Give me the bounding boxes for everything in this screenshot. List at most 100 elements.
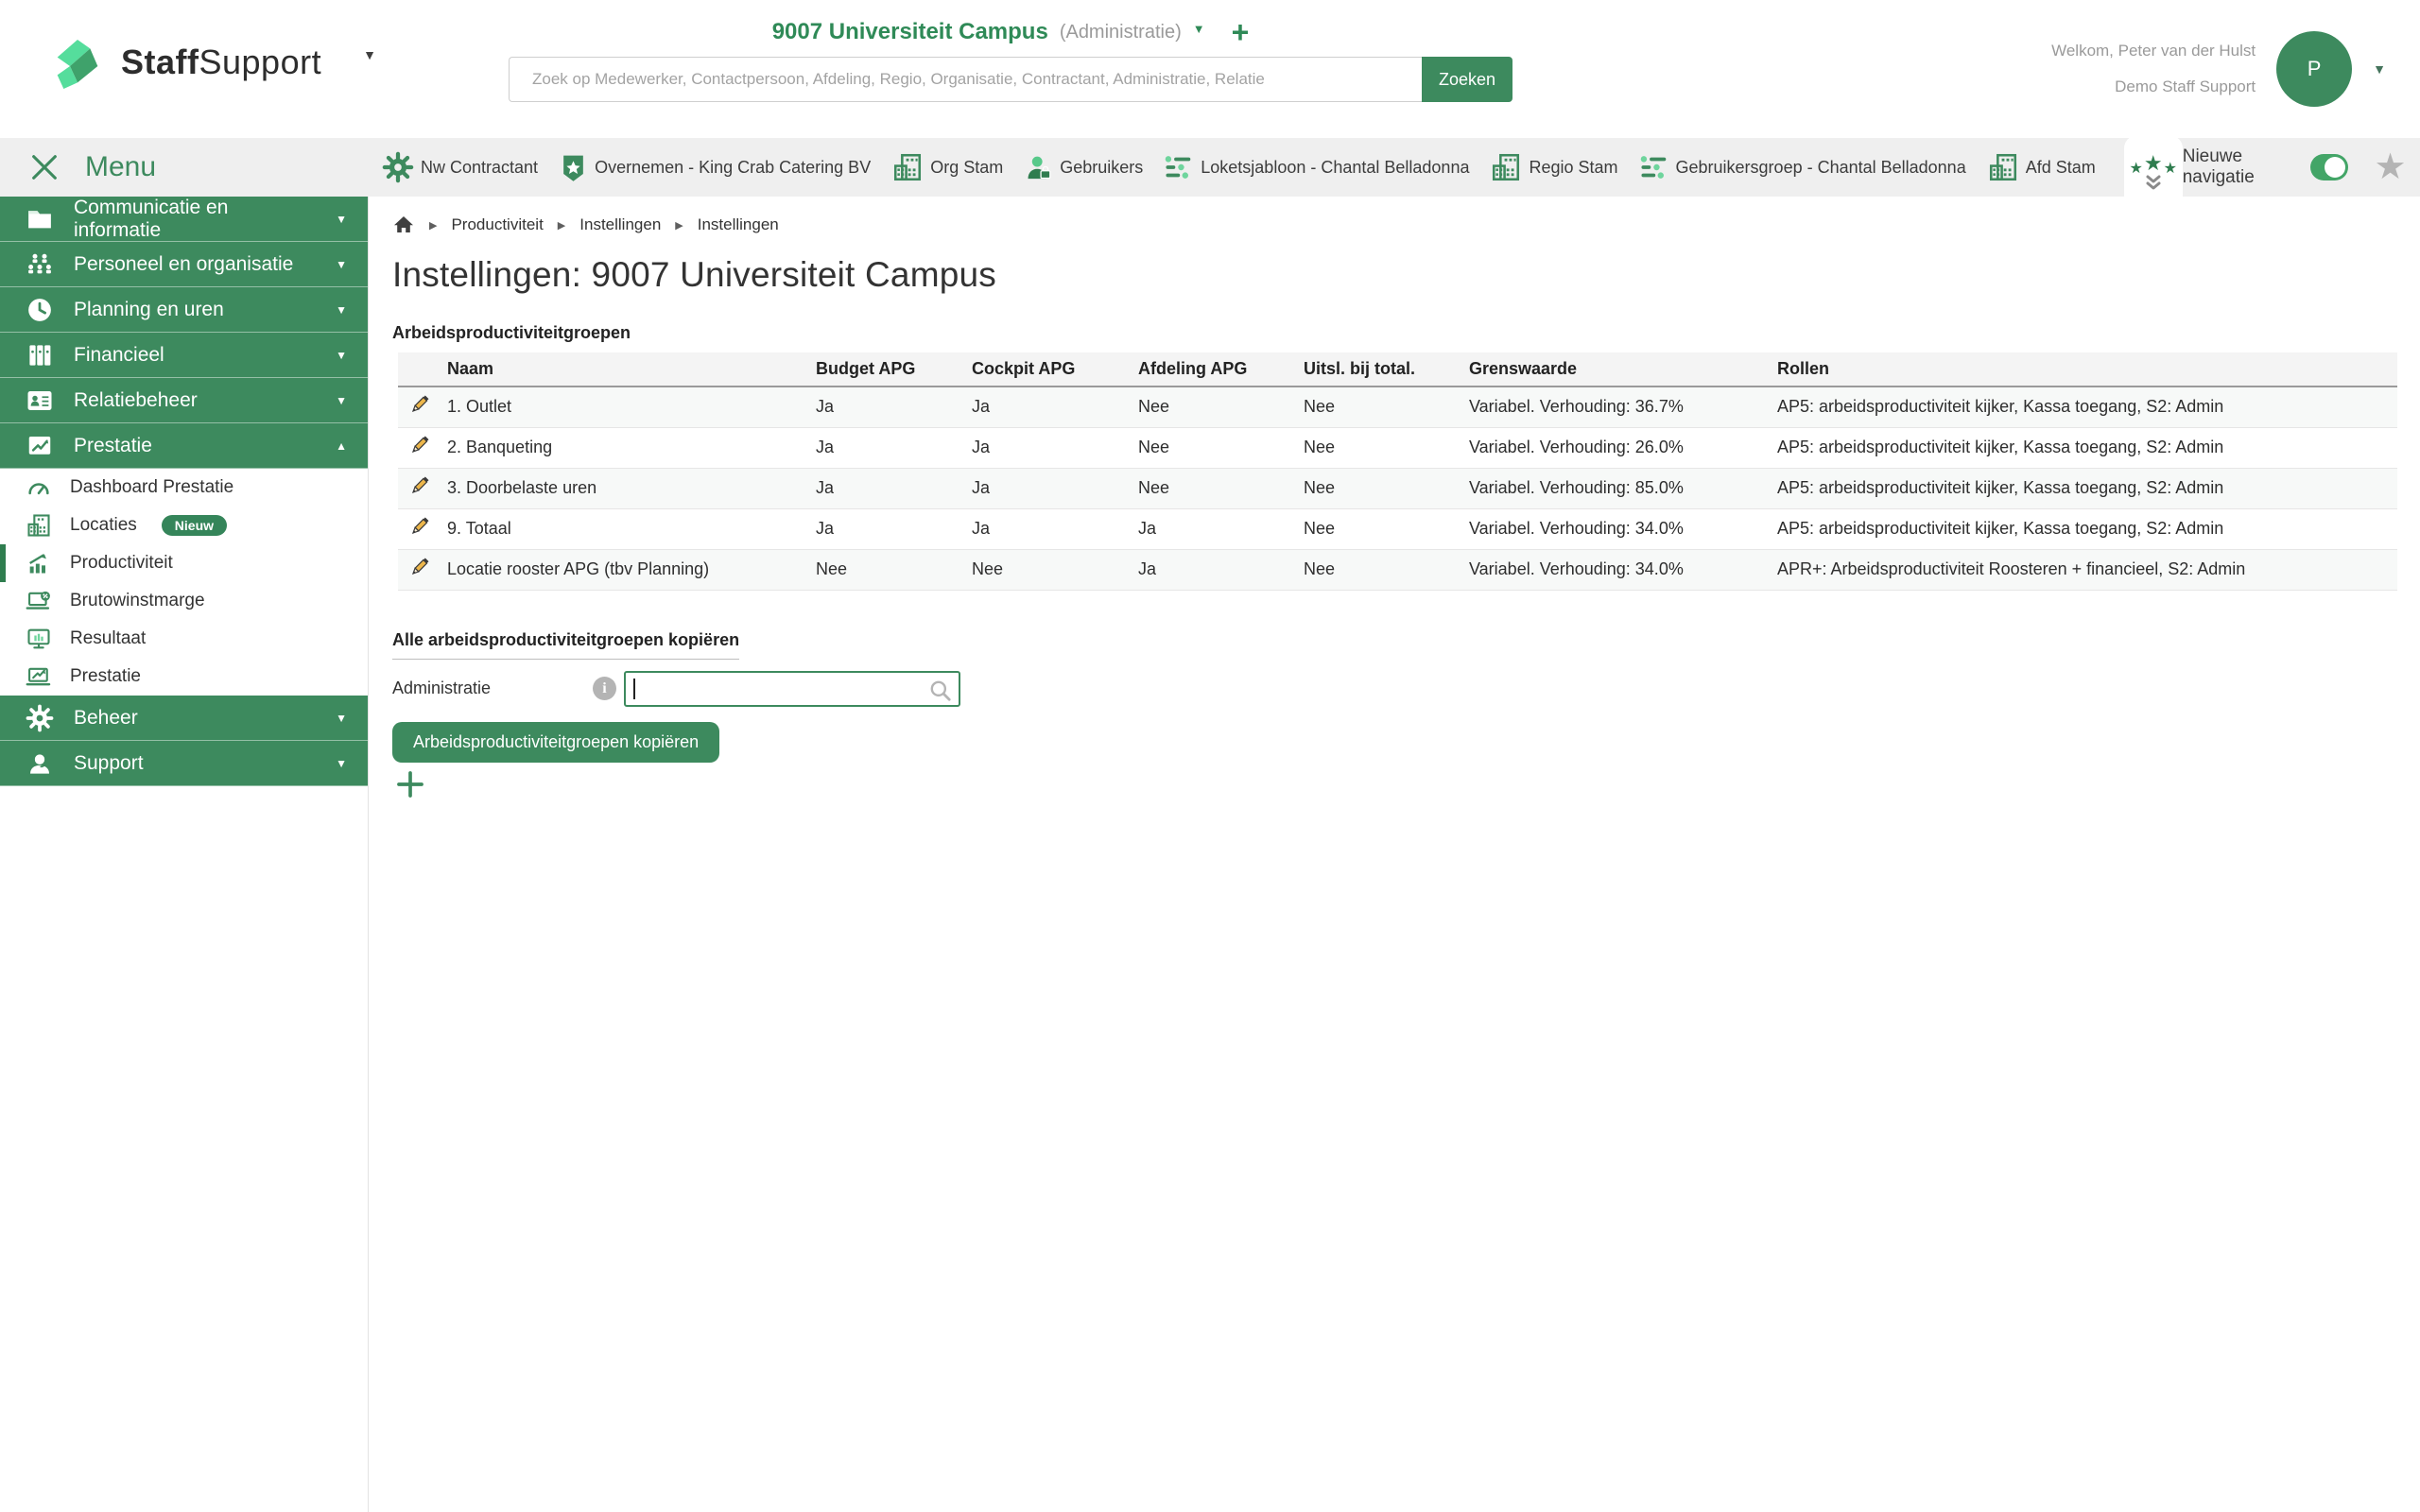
col-cockpit-apg: Cockpit APG: [972, 352, 1138, 387]
breadcrumb-separator-icon: ▶: [429, 219, 437, 232]
user-area: Welkom, Peter van der Hulst Demo Staff S…: [2051, 0, 2386, 138]
edit-pencil-icon[interactable]: [407, 555, 432, 579]
copy-section-title: Alle arbeidsproductiviteitgroepen kopiër…: [392, 630, 739, 660]
nieuw-badge: Nieuw: [162, 515, 227, 536]
col-afdeling-apg: Afdeling APG: [1138, 352, 1304, 387]
menu-toggle[interactable]: Menu: [0, 151, 369, 183]
shortcut-list: Nw Contractant Overnemen - King Crab Cat…: [369, 129, 2183, 205]
cell-rollen: AP5: arbeidsproductiviteit kijker, Kassa…: [1777, 427, 2397, 468]
table-row: 1. Outlet Ja Ja Nee Nee Variabel. Verhou…: [398, 387, 2397, 427]
breadcrumb-instellingen-1[interactable]: Instellingen: [579, 215, 661, 234]
chevron-down-icon: ▼: [336, 349, 347, 362]
performance-icon: [25, 432, 55, 460]
cell-budget: Ja: [816, 427, 972, 468]
user-menu-caret-icon[interactable]: ▼: [2373, 61, 2386, 77]
apg-section-title: Arbeidsproductiviteitgroepen: [392, 323, 2397, 343]
shortcut-overnemen[interactable]: Overnemen - King Crab Catering BV: [559, 153, 871, 182]
col-grenswaarde: Grenswaarde: [1469, 352, 1777, 387]
clock-icon: [25, 296, 55, 324]
cell-budget: Nee: [816, 549, 972, 590]
favorites-stars-icon: ★★★: [2130, 153, 2177, 174]
cell-grenswaarde: Variabel. Verhouding: 85.0%: [1469, 468, 1777, 508]
administration-suffix: (Administratie): [1060, 22, 1182, 43]
breadcrumb: ▶ Productiviteit ▶ Instellingen ▶ Instel…: [392, 214, 2397, 236]
company-text: Demo Staff Support: [2051, 69, 2256, 105]
submenu-item-brutowinstmarge[interactable]: Brutowinstmarge: [0, 582, 368, 620]
cell-cockpit: Ja: [972, 508, 1138, 549]
folder-icon: [25, 205, 55, 233]
copy-apg-button[interactable]: Arbeidsproductiviteitgroepen kopiëren: [392, 722, 719, 763]
table-row: 2. Banqueting Ja Ja Nee Nee Variabel. Ve…: [398, 427, 2397, 468]
edit-pencil-icon[interactable]: [407, 514, 432, 539]
col-rollen: Rollen: [1777, 352, 2397, 387]
submenu-item-resultaat[interactable]: Resultaat: [0, 620, 368, 658]
submenu-item-dashboard-prestatie[interactable]: Dashboard Prestatie: [0, 469, 368, 507]
submenu-item-prestatie[interactable]: Prestatie: [0, 658, 368, 696]
sidebar-item-prestatie[interactable]: Prestatie ▲: [0, 423, 368, 469]
gear-icon: [382, 151, 414, 183]
cell-rollen: AP5: arbeidsproductiviteit kijker, Kassa…: [1777, 508, 2397, 549]
shortcut-loketsjabloon[interactable]: Loketsjabloon - Chantal Belladonna: [1164, 153, 1469, 181]
text-cursor: [633, 679, 635, 699]
table-header-row: Naam Budget APG Cockpit APG Afdeling APG…: [398, 352, 2397, 387]
administratie-input[interactable]: [626, 673, 959, 705]
col-naam: Naam: [447, 352, 816, 387]
shortcut-regio-stam[interactable]: Regio Stam: [1490, 151, 1617, 183]
edit-pencil-icon[interactable]: [407, 473, 432, 498]
breadcrumb-productiviteit[interactable]: Productiviteit: [451, 215, 543, 234]
chevron-down-icon: ▼: [336, 258, 347, 271]
shortcut-gebruikers[interactable]: Gebruikers: [1024, 153, 1143, 182]
brand-logo[interactable]: StaffSupport ▼: [47, 32, 376, 93]
chart-growth-icon: [25, 550, 53, 576]
chevron-down-icon: ▼: [336, 712, 347, 725]
avatar[interactable]: P: [2276, 31, 2352, 107]
administration-title[interactable]: 9007 Universiteit Campus: [772, 19, 1048, 45]
cell-uitsl: Nee: [1304, 549, 1469, 590]
sliders-icon: [1164, 153, 1194, 181]
headset-icon: [25, 749, 55, 778]
table-row: 3. Doorbelaste uren Ja Ja Nee Nee Variab…: [398, 468, 2397, 508]
app-window: StaffSupport ▼ 9007 Universiteit Campus …: [0, 0, 2420, 1512]
submenu-item-locaties[interactable]: Locaties Nieuw: [0, 507, 368, 544]
toolbar-right: Nieuwe navigatie ★ •••: [2183, 146, 2420, 188]
submenu-item-productiviteit[interactable]: Productiviteit: [0, 544, 368, 582]
cell-uitsl: Nee: [1304, 427, 1469, 468]
welcome-text: Welkom, Peter van der Hulst: [2051, 33, 2256, 69]
add-administration-icon[interactable]: +: [1232, 17, 1250, 47]
cell-cockpit: Ja: [972, 468, 1138, 508]
breadcrumb-instellingen-2[interactable]: Instellingen: [698, 215, 779, 234]
cell-uitsl: Nee: [1304, 508, 1469, 549]
administratie-field-row: Administratie i: [392, 671, 2397, 707]
sidebar-item-financieel[interactable]: Financieel ▼: [0, 333, 368, 378]
edit-pencil-icon[interactable]: [407, 433, 432, 457]
laptop-arrow-icon: [25, 663, 53, 690]
favorite-icon[interactable]: ★: [2375, 149, 2407, 185]
global-search-input[interactable]: [509, 57, 1422, 102]
brand-caret-icon[interactable]: ▼: [363, 47, 376, 62]
administration-caret-icon[interactable]: ▼: [1193, 22, 1205, 36]
home-icon[interactable]: [392, 214, 415, 236]
shortcut-org-stam[interactable]: Org Stam: [891, 151, 1003, 183]
sidebar-item-communicatie[interactable]: Communicatie en informatie ▼: [0, 197, 368, 242]
sidebar-item-personeel[interactable]: Personeel en organisatie ▼: [0, 242, 368, 287]
table-row: Locatie rooster APG (tbv Planning) Nee N…: [398, 549, 2397, 590]
new-navigation-toggle[interactable]: [2310, 154, 2348, 180]
edit-pencil-icon[interactable]: [407, 392, 432, 417]
col-uitsl: Uitsl. bij total.: [1304, 352, 1469, 387]
double-chevron-down-icon: [2143, 174, 2164, 193]
shortcut-afd-stam[interactable]: Afd Stam: [1987, 151, 2096, 183]
add-icon[interactable]: [394, 768, 426, 800]
sidebar-item-support[interactable]: Support ▼: [0, 741, 368, 786]
chevron-down-icon: ▼: [336, 757, 347, 770]
sidebar-item-planning[interactable]: Planning en uren ▼: [0, 287, 368, 333]
breadcrumb-separator-icon: ▶: [558, 219, 565, 232]
shortcut-nw-contractant[interactable]: Nw Contractant: [382, 151, 538, 183]
people-icon: [25, 250, 55, 279]
shortcut-gebruikersgroep[interactable]: Gebruikersgroep - Chantal Belladonna: [1639, 153, 1966, 181]
sidebar-item-beheer[interactable]: Beheer ▼: [0, 696, 368, 741]
table-row: 9. Totaal Ja Ja Ja Nee Variabel. Verhoud…: [398, 508, 2397, 549]
sidebar-item-relatiebeheer[interactable]: Relatiebeheer ▼: [0, 378, 368, 423]
search-button[interactable]: Zoeken: [1422, 57, 1512, 102]
chevron-down-icon: ▼: [336, 303, 347, 317]
info-icon[interactable]: i: [593, 677, 616, 700]
